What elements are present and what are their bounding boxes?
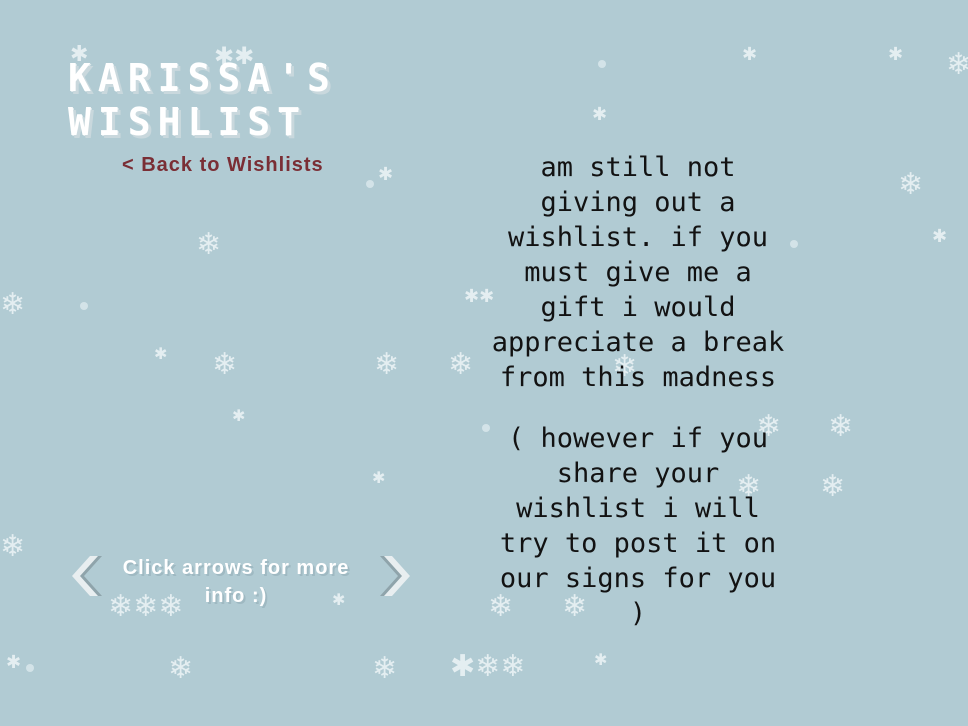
snowflake-icon: ❄ xyxy=(196,227,222,262)
snowflake-icon: ❄ xyxy=(820,469,846,504)
snowflake-icon: ✱ xyxy=(742,44,758,65)
back-to-wishlists-link[interactable]: < Back to Wishlists xyxy=(122,154,324,177)
snow-dot xyxy=(80,302,88,310)
snowflake-icon: ✱ xyxy=(232,406,246,425)
snowflake-icon: ✱ xyxy=(592,104,608,125)
snowflake-icon: ❄ xyxy=(372,651,398,686)
snow-dot xyxy=(790,240,798,248)
snow-dot xyxy=(598,60,606,68)
navigation-hint: Click arrows for more info :) xyxy=(122,557,350,607)
chevron-left-icon[interactable] xyxy=(68,554,102,598)
snowflake-icon: ✱ xyxy=(932,226,948,247)
chevron-left-icon xyxy=(72,556,102,596)
snowflake-icon: ❄ xyxy=(946,47,968,82)
snowflake-icon: ❄ xyxy=(0,529,26,564)
message-paragraph: am still not giving out a wishlist. if y… xyxy=(491,152,785,393)
snowflake-icon: ✱ xyxy=(378,164,394,185)
page-title-line-2: WISHLIST xyxy=(68,100,308,144)
snowflake-icon: ❄ xyxy=(448,347,474,382)
snowflake-icon: ❄ xyxy=(828,409,854,444)
snowflake-icon: ✱ xyxy=(6,652,22,673)
snowflake-icon: ❄ xyxy=(212,347,238,382)
snowflake-icon: ❄ xyxy=(0,287,26,322)
chevron-right-icon[interactable] xyxy=(380,554,414,598)
snowflake-icon: ❄ xyxy=(168,651,194,686)
chevron-right-icon xyxy=(380,556,410,596)
wishlist-navigation: Click arrows for more info :) xyxy=(68,554,418,614)
page-title-line-1: KARISSA'S xyxy=(68,56,337,100)
snowflake-icon: ❄ xyxy=(898,167,924,202)
snowflake-icon: ✱ xyxy=(888,44,904,65)
message-note: ( however if you share your wishlist i w… xyxy=(499,423,777,629)
page-title: KARISSA'S WISHLIST xyxy=(68,56,337,144)
wishlist-message: am still not giving out a wishlist. if y… xyxy=(486,150,790,657)
snowflake-icon: ✱ xyxy=(372,468,386,487)
snowflake-icon: ✱ xyxy=(154,344,168,363)
snow-dot xyxy=(366,180,374,188)
snow-dot xyxy=(26,664,34,672)
snowflake-icon: ❄ xyxy=(374,347,400,382)
